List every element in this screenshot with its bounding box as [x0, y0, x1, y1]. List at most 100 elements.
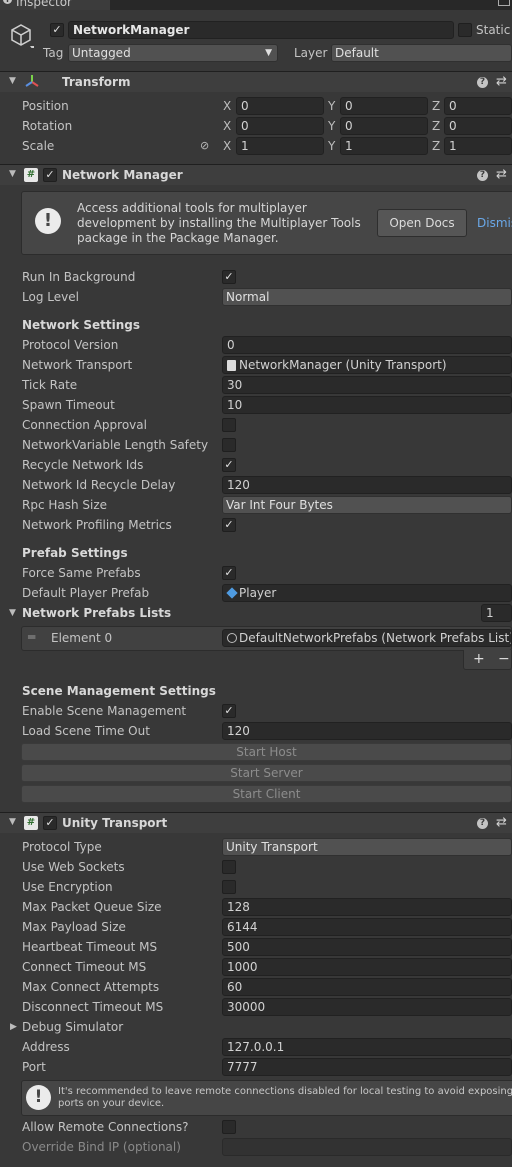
tag-label: Tag — [43, 46, 64, 60]
enable-scene-mgmt-checkbox[interactable]: ✓ — [222, 704, 236, 718]
disconnect-timeout-label: Disconnect Timeout MS — [22, 1000, 164, 1014]
network-transport-field[interactable]: NetworkManager (Unity Transport) — [222, 356, 512, 374]
address-field[interactable]: 127.0.0.1 — [222, 1038, 512, 1056]
network-settings-header: Network Settings — [22, 318, 140, 332]
rotation-y-field[interactable]: 0 — [340, 117, 428, 135]
y-axis-label: Y — [328, 139, 336, 153]
disconnect-timeout-field[interactable]: 30000 — [222, 998, 512, 1016]
static-checkbox[interactable] — [458, 23, 472, 37]
spawn-timeout-field[interactable]: 10 — [222, 396, 512, 414]
log-level-dropdown[interactable]: Normal — [222, 288, 512, 306]
z-axis-label: Z — [432, 119, 441, 133]
recycle-ids-checkbox[interactable]: ✓ — [222, 458, 236, 472]
foldout-arrow-icon[interactable]: ▼ — [9, 73, 16, 89]
address-label: Address — [22, 1040, 70, 1054]
settings-icon[interactable]: ⇄ — [496, 167, 507, 182]
id-recycle-delay-label: Network Id Recycle Delay — [22, 478, 176, 492]
unity-transport-title: Unity Transport — [62, 816, 168, 830]
port-label: Port — [22, 1060, 46, 1074]
foldout-arrow-icon[interactable]: ▼ — [9, 166, 16, 182]
remove-element-button[interactable]: − — [498, 651, 510, 667]
tag-dropdown[interactable]: Untagged ▼ — [68, 44, 278, 62]
object-name-input[interactable]: NetworkManager — [68, 21, 454, 39]
max-payload-field[interactable]: 6144 — [222, 918, 512, 936]
tick-rate-field[interactable]: 30 — [222, 376, 512, 394]
load-scene-timeout-label: Load Scene Time Out — [22, 724, 150, 738]
add-element-button[interactable]: + — [473, 651, 485, 667]
use-encryption-checkbox[interactable] — [222, 880, 236, 894]
position-z-field[interactable]: 0 — [444, 97, 512, 115]
heartbeat-timeout-field[interactable]: 500 — [222, 938, 512, 956]
connection-approval-label: Connection Approval — [22, 418, 147, 432]
force-same-prefabs-checkbox[interactable]: ✓ — [222, 566, 236, 580]
scale-z-field[interactable]: 1 — [444, 137, 512, 155]
multiplayer-tools-info-text: Access additional tools for multiplayer … — [77, 201, 361, 245]
scale-x-field[interactable]: 1 — [236, 137, 324, 155]
x-axis-label: X — [223, 139, 232, 153]
scale-y-field[interactable]: 1 — [340, 137, 428, 155]
network-manager-title: Network Manager — [62, 168, 183, 182]
profiling-metrics-checkbox[interactable]: ✓ — [222, 518, 236, 532]
layer-label: Layer — [294, 46, 328, 60]
max-packet-queue-label: Max Packet Queue Size — [22, 900, 162, 914]
max-payload-label: Max Payload Size — [22, 920, 126, 934]
component-enabled-checkbox[interactable]: ✓ — [43, 816, 57, 830]
start-host-button[interactable]: Start Host — [21, 743, 512, 761]
enable-scene-mgmt-label: Enable Scene Management — [22, 704, 187, 718]
help-icon[interactable]: ? — [477, 818, 488, 829]
settings-icon[interactable]: ⇄ — [496, 815, 507, 830]
start-client-button[interactable]: Start Client — [21, 785, 512, 803]
foldout-arrow-icon[interactable]: ▶ — [10, 1019, 17, 1035]
connect-timeout-label: Connect Timeout MS — [22, 960, 147, 974]
active-checkbox[interactable]: ✓ — [50, 23, 64, 37]
dismiss-link[interactable]: Dismiss — [477, 216, 512, 230]
protocol-version-field[interactable]: 0 — [222, 336, 512, 354]
nv-length-safety-checkbox[interactable] — [222, 438, 236, 452]
help-icon[interactable]: ? — [477, 170, 488, 181]
start-server-button[interactable]: Start Server — [21, 764, 512, 782]
run-in-background-checkbox[interactable]: ✓ — [222, 270, 236, 284]
constrain-proportions-icon[interactable]: ⊘ — [200, 139, 209, 152]
position-label: Position — [22, 99, 69, 113]
settings-icon[interactable]: ⇄ — [496, 74, 507, 89]
layer-dropdown[interactable]: Default — [331, 44, 512, 62]
foldout-arrow-icon[interactable]: ▼ — [9, 814, 16, 830]
open-docs-button[interactable]: Open Docs — [377, 209, 467, 237]
max-packet-queue-field[interactable]: 128 — [222, 898, 512, 916]
rotation-z-field[interactable]: 0 — [444, 117, 512, 135]
run-in-background-label: Run In Background — [22, 270, 136, 284]
default-player-prefab-field[interactable]: Player — [222, 584, 512, 602]
connection-approval-checkbox[interactable] — [222, 418, 236, 432]
connect-timeout-field[interactable]: 1000 — [222, 958, 512, 976]
position-x-field[interactable]: 0 — [236, 97, 324, 115]
element-0-field[interactable]: DefaultNetworkPrefabs (Network Prefabs L… — [222, 629, 512, 647]
inspector-tab[interactable]: i Inspector — [0, 0, 110, 10]
maximize-icon[interactable] — [498, 0, 510, 6]
log-level-label: Log Level — [22, 290, 79, 304]
load-scene-timeout-field[interactable]: 120 — [222, 722, 512, 740]
protocol-type-label: Protocol Type — [22, 840, 102, 854]
component-enabled-checkbox[interactable]: ✓ — [43, 168, 57, 182]
info-icon: i — [3, 0, 12, 4]
debug-simulator-foldout[interactable]: Debug Simulator — [22, 1019, 123, 1035]
protocol-type-dropdown[interactable]: Unity Transport — [222, 838, 512, 856]
id-recycle-delay-field[interactable]: 120 — [222, 476, 512, 494]
rpc-hash-size-dropdown[interactable]: Var Int Four Bytes — [222, 496, 512, 514]
network-transport-value: NetworkManager (Unity Transport) — [239, 358, 447, 372]
foldout-arrow-icon[interactable]: ▼ — [9, 605, 16, 621]
prefabs-lists-label[interactable]: Network Prefabs Lists — [22, 605, 171, 621]
script-icon: # — [24, 816, 38, 830]
allow-remote-checkbox[interactable] — [222, 1120, 236, 1134]
help-icon[interactable]: ? — [477, 77, 488, 88]
max-connect-attempts-label: Max Connect Attempts — [22, 980, 160, 994]
position-y-field[interactable]: 0 — [340, 97, 428, 115]
max-connect-attempts-field[interactable]: 60 — [222, 978, 512, 996]
prefabs-lists-count-field[interactable]: 1 — [481, 604, 512, 622]
rotation-x-field[interactable]: 0 — [236, 117, 324, 135]
drag-handle-icon[interactable]: ═ — [28, 630, 35, 644]
port-field[interactable]: 7777 — [222, 1058, 512, 1076]
element-0-value: DefaultNetworkPrefabs (Network Prefabs L… — [239, 631, 512, 645]
prefab-cube-icon — [226, 587, 238, 599]
use-web-sockets-checkbox[interactable] — [222, 860, 236, 874]
override-bind-ip-field[interactable] — [222, 1138, 512, 1156]
